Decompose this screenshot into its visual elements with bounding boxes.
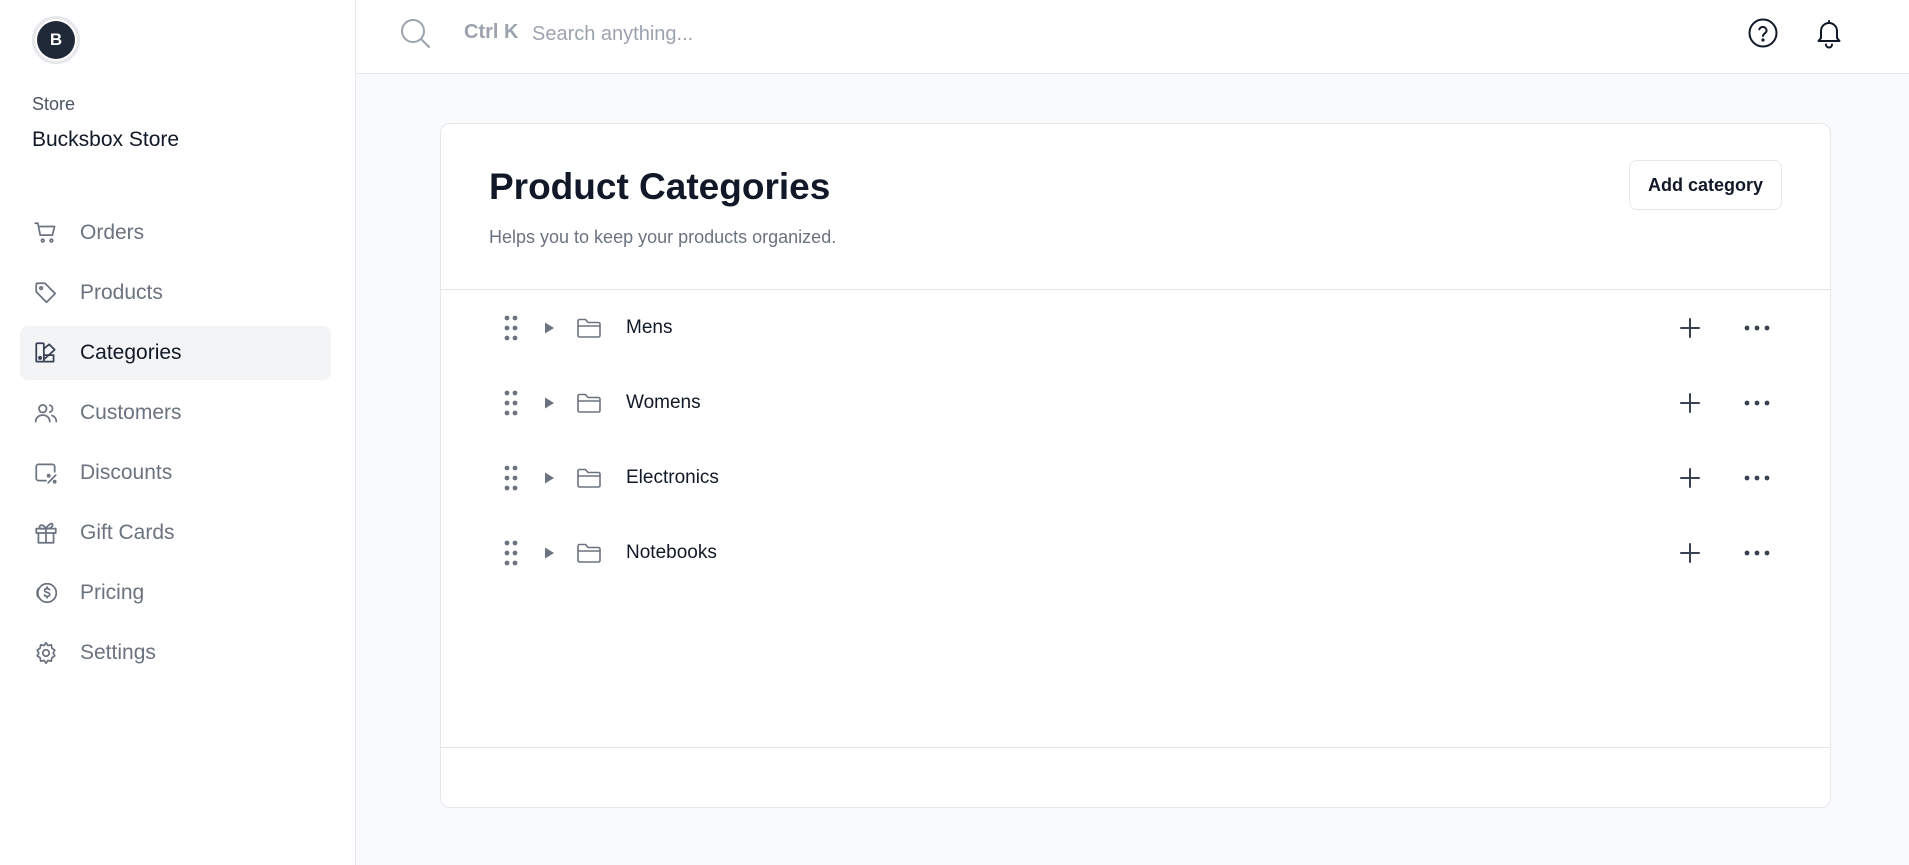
store-name: Bucksbox Store <box>32 128 180 151</box>
search-shortcut-hint: Ctrl K <box>464 21 519 43</box>
more-options-icon[interactable] <box>1743 465 1771 491</box>
sidebar-item-label: Customers <box>80 401 182 424</box>
pricing-icon <box>32 579 60 607</box>
add-subcategory-button[interactable] <box>1677 315 1703 341</box>
drag-handle-icon[interactable] <box>503 390 519 416</box>
drag-handle-icon[interactable] <box>503 465 519 491</box>
store-avatar-initial: B <box>37 21 75 59</box>
expand-caret-icon[interactable] <box>542 546 556 560</box>
category-row[interactable]: Notebooks <box>441 515 1830 590</box>
drag-handle-icon[interactable] <box>503 315 519 341</box>
users-icon <box>32 399 60 427</box>
gift-icon <box>32 519 60 547</box>
add-subcategory-button[interactable] <box>1677 540 1703 566</box>
cart-icon <box>32 219 60 247</box>
page-subtitle: Helps you to keep your products organize… <box>489 227 837 247</box>
folder-icon <box>576 317 602 339</box>
sidebar-item-label: Discounts <box>80 461 173 484</box>
more-options-icon[interactable] <box>1743 315 1771 341</box>
category-row[interactable]: Mens <box>441 290 1830 365</box>
drag-handle-icon[interactable] <box>503 540 519 566</box>
bell-icon[interactable] <box>1812 16 1846 50</box>
gear-icon <box>32 639 60 667</box>
categories-icon <box>32 339 60 367</box>
add-category-button[interactable]: Add category <box>1628 160 1782 210</box>
sidebar-item-gift-cards[interactable]: Gift Cards <box>20 506 331 560</box>
expand-caret-icon[interactable] <box>542 471 556 485</box>
discount-icon <box>32 459 60 487</box>
sidebar-item-label: Products <box>80 281 163 304</box>
more-options-icon[interactable] <box>1743 540 1771 566</box>
category-name: Womens <box>626 391 701 413</box>
folder-icon <box>576 542 602 564</box>
tag-icon <box>32 279 60 307</box>
category-row[interactable]: Womens <box>441 365 1830 440</box>
topbar: Ctrl K <box>357 0 1909 74</box>
category-name: Mens <box>626 316 673 338</box>
sidebar-item-label: Orders <box>80 221 145 244</box>
store-avatar[interactable]: B <box>32 16 80 64</box>
sidebar-item-discounts[interactable]: Discounts <box>20 446 331 500</box>
sidebar-nav: Orders Products Categories Customers Dis… <box>20 206 331 686</box>
sidebar: B Store Bucksbox Store Orders Products C… <box>0 0 356 865</box>
add-subcategory-button[interactable] <box>1677 390 1703 416</box>
more-options-icon[interactable] <box>1743 390 1771 416</box>
sidebar-item-pricing[interactable]: Pricing <box>20 566 331 620</box>
divider <box>441 747 1830 748</box>
sidebar-item-label: Categories <box>80 341 182 364</box>
sidebar-item-label: Pricing <box>80 581 145 604</box>
sidebar-item-settings[interactable]: Settings <box>20 626 331 680</box>
store-label: Store <box>32 94 76 114</box>
search-input[interactable] <box>532 14 1132 54</box>
page-title: Product Categories <box>489 166 831 207</box>
expand-caret-icon[interactable] <box>542 321 556 335</box>
category-name: Electronics <box>626 466 719 488</box>
expand-caret-icon[interactable] <box>542 396 556 410</box>
add-subcategory-button[interactable] <box>1677 465 1703 491</box>
search-icon[interactable] <box>399 17 431 49</box>
category-list: Mens Womens Electronics Notebooks <box>441 290 1830 590</box>
sidebar-item-label: Gift Cards <box>80 521 175 544</box>
sidebar-item-label: Settings <box>80 641 156 664</box>
category-name: Notebooks <box>626 541 717 563</box>
sidebar-item-products[interactable]: Products <box>20 266 331 320</box>
sidebar-item-customers[interactable]: Customers <box>20 386 331 440</box>
sidebar-item-orders[interactable]: Orders <box>20 206 331 260</box>
categories-card: Product Categories Helps you to keep you… <box>440 123 1831 808</box>
category-row[interactable]: Electronics <box>441 440 1830 515</box>
folder-icon <box>576 467 602 489</box>
help-icon[interactable] <box>1746 16 1780 50</box>
folder-icon <box>576 392 602 414</box>
sidebar-item-categories[interactable]: Categories <box>20 326 331 380</box>
